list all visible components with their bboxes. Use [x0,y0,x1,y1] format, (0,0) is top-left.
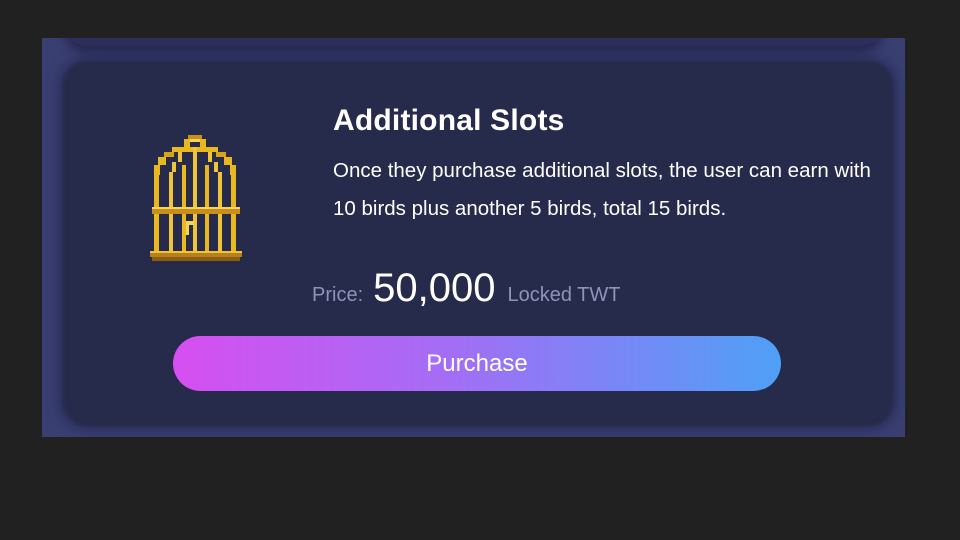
price-row: Price: 50,000 Locked TWT [312,266,620,322]
price-value: 50,000 [373,266,496,310]
price-unit: Locked TWT [507,284,621,306]
additional-slots-card: Additional Slots Once they purchase addi… [62,60,894,427]
previous-card-edge [64,38,883,46]
shop-panel: Additional Slots Once they purchase addi… [42,38,905,437]
card-description: Once they purchase additional slots, the… [333,159,871,220]
card-title: Additional Slots [333,104,565,137]
price-label: Price: [312,284,364,306]
bird-cage-icon [150,135,242,261]
purchase-button[interactable]: Purchase [173,336,781,391]
